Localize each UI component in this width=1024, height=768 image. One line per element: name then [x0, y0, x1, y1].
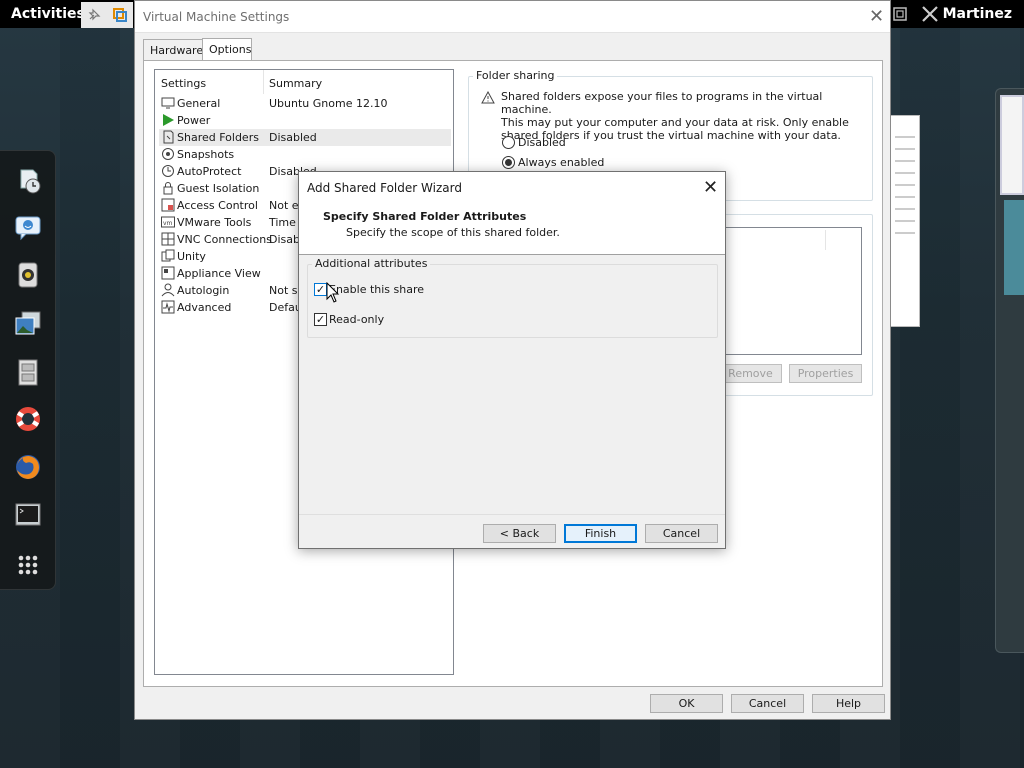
list-item-power[interactable]: Power	[159, 112, 451, 129]
item-summary: Disabled	[269, 131, 317, 144]
vmware-tools-icon: vm	[161, 216, 175, 228]
pin-icon[interactable]	[81, 2, 107, 28]
warning-icon	[481, 91, 495, 104]
remove-button[interactable]: Remove	[719, 364, 782, 383]
workspace-thumbnail[interactable]	[1004, 200, 1024, 295]
properties-button[interactable]: Properties	[789, 364, 862, 383]
user-menu[interactable]: Martinez	[943, 6, 1012, 22]
enable-share-label[interactable]: Enable this share	[329, 283, 424, 296]
monitor-icon	[161, 97, 175, 109]
column-summary[interactable]: Summary	[269, 77, 322, 90]
item-label: Shared Folders	[177, 131, 259, 144]
close-icon[interactable]: ✕	[703, 179, 718, 197]
wizard-cancel-button[interactable]: Cancel	[645, 524, 718, 543]
window-titlebar[interactable]: Virtual Machine Settings ✕	[135, 1, 890, 33]
item-label: General	[177, 97, 221, 110]
empathy-chat-icon[interactable]	[10, 209, 46, 245]
app-grid-icon[interactable]	[10, 547, 46, 583]
access-control-icon	[161, 198, 175, 212]
tab-hardware[interactable]: Hardware	[143, 39, 203, 61]
wizard-title: Add Shared Folder Wizard	[307, 181, 462, 195]
read-only-label[interactable]: Read-only	[329, 313, 384, 326]
warning-text-line: Shared folders expose your files to prog…	[501, 90, 823, 116]
unity-icon	[161, 249, 175, 262]
snapshot-icon	[162, 148, 174, 160]
item-label: Snapshots	[177, 148, 235, 161]
maximize-icon[interactable]	[889, 3, 911, 25]
image-viewer-icon[interactable]	[10, 306, 46, 342]
cancel-button[interactable]: Cancel	[731, 694, 804, 713]
item-label: Appliance View	[177, 267, 261, 280]
item-label: Power	[177, 114, 211, 127]
file-cabinet-icon[interactable]	[10, 354, 46, 390]
additional-attributes-group: Additional attributes ✓ Enable this shar…	[307, 257, 718, 338]
background-window[interactable]	[890, 115, 920, 327]
ok-button[interactable]: OK	[650, 694, 723, 713]
wizard-header: Add Shared Folder Wizard ✕ Specify Share…	[299, 172, 725, 255]
item-label: Access Control	[177, 199, 258, 212]
wizard-subheading: Specify the scope of this shared folder.	[346, 226, 560, 239]
close-icon[interactable]: ✕	[869, 8, 884, 26]
advanced-icon	[161, 300, 175, 314]
mouse-cursor-icon	[326, 282, 340, 303]
item-summary: Ubuntu Gnome 12.10	[269, 97, 388, 110]
vnc-icon	[161, 232, 175, 246]
read-only-checkbox[interactable]: ✓	[314, 313, 327, 326]
tab-options[interactable]: Options	[202, 38, 252, 62]
item-label: AutoProtect	[177, 165, 242, 178]
additional-attributes-label: Additional attributes	[312, 257, 431, 270]
firefox-icon[interactable]	[10, 449, 46, 485]
help-lifebuoy-icon[interactable]	[10, 401, 46, 437]
wizard-heading: Specify Shared Folder Attributes	[323, 210, 527, 223]
list-item-shared-folders[interactable]: Shared Folders Disabled	[159, 129, 451, 146]
warning-text-line: This may put your computer and your data…	[501, 116, 849, 129]
add-shared-folder-wizard: Add Shared Folder Wizard ✕ Specify Share…	[298, 171, 726, 549]
item-label: Autologin	[177, 284, 230, 297]
item-label: VMware Tools	[177, 216, 252, 229]
terminal-icon[interactable]	[10, 497, 46, 533]
list-header: Settings Summary	[155, 70, 453, 94]
column-settings[interactable]: Settings	[161, 77, 206, 90]
vmware-icon[interactable]	[107, 2, 133, 28]
svg-text:vm: vm	[163, 220, 173, 227]
list-item-general[interactable]: General Ubuntu Gnome 12.10	[159, 95, 451, 112]
wizard-divider	[299, 514, 725, 515]
item-label: Guest Isolation	[177, 182, 260, 195]
radio-always-enabled-label[interactable]: Always enabled	[518, 156, 604, 169]
back-button[interactable]: < Back	[483, 524, 556, 543]
item-label: Unity	[177, 250, 206, 263]
rhythmbox-icon[interactable]	[10, 257, 46, 293]
system-clock-icon[interactable]	[10, 163, 46, 199]
folder-sharing-label: Folder sharing	[473, 69, 558, 82]
item-summary: Defau	[269, 301, 302, 314]
item-label: VNC Connections	[177, 233, 272, 246]
item-label: Advanced	[177, 301, 232, 314]
radio-always-enabled[interactable]	[502, 156, 515, 169]
workspace-thumbnail[interactable]	[1000, 95, 1024, 195]
lock-icon	[163, 182, 173, 195]
help-button[interactable]: Help	[812, 694, 885, 713]
shared-folder-icon	[163, 130, 174, 144]
play-icon	[163, 114, 174, 126]
radio-disabled[interactable]	[502, 136, 515, 149]
window-title: Virtual Machine Settings	[143, 10, 290, 24]
clock-icon	[162, 165, 174, 177]
activities-button[interactable]: Activities	[11, 6, 85, 22]
dash	[0, 150, 56, 590]
appliance-icon	[161, 266, 175, 280]
user-icon	[161, 283, 175, 297]
finish-button[interactable]: Finish	[564, 524, 637, 543]
window-close-icon[interactable]	[919, 3, 941, 25]
list-item-snapshots[interactable]: Snapshots	[159, 146, 451, 163]
radio-disabled-label[interactable]: Disabled	[518, 136, 566, 149]
